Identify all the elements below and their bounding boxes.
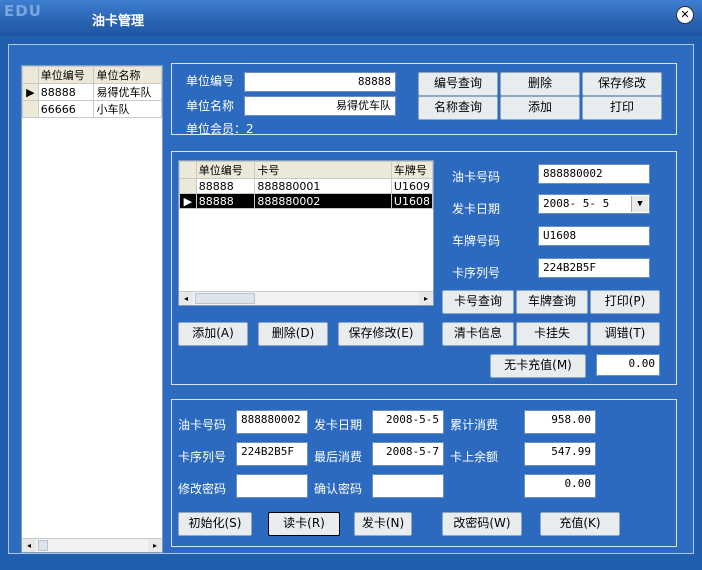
card-no-cell[interactable]: 888880001 <box>254 178 392 194</box>
cards-hscrollbar[interactable]: ◂ ▸ <box>179 291 433 305</box>
recharge-amount-field[interactable]: 0.00 <box>524 474 596 498</box>
serial-label: 卡序列号 <box>452 266 501 280</box>
row-indicator: ▶ <box>179 193 197 209</box>
scroll-left-icon[interactable]: ◂ <box>179 292 193 305</box>
cards-col-card[interactable]: 卡号 <box>254 161 392 179</box>
units-hscrollbar[interactable]: ◂ ▸ <box>22 538 162 552</box>
cards-panel: 单位编号 卡号 车牌号 88888 888880001 U1609 ▶ 8888… <box>171 151 677 385</box>
unit-code-label: 单位编号 <box>186 74 235 88</box>
issue-date-combo[interactable]: 2008- 5- 5 ▼ <box>538 194 650 214</box>
card-unit-cell[interactable]: 88888 <box>195 178 256 194</box>
reader-panel: 油卡号码 888880002 发卡日期 2008-5-5 累计消费 958.00… <box>171 399 677 547</box>
name-query-button[interactable]: 名称查询 <box>418 96 498 120</box>
read-card-button[interactable]: 读卡(R) <box>268 512 340 536</box>
cards-col-plate[interactable]: 车牌号 <box>390 161 433 179</box>
card-add-button[interactable]: 添加(A) <box>178 322 248 346</box>
plate-query-button[interactable]: 车牌查询 <box>516 290 588 314</box>
table-row[interactable]: 66666 小车队 <box>22 100 162 118</box>
reader-serial-field[interactable]: 224B2B5F <box>236 442 308 466</box>
confirm-password-label: 确认密码 <box>314 482 363 496</box>
change-password-field[interactable] <box>236 474 308 498</box>
row-indicator <box>22 100 39 118</box>
reader-card-no-label: 油卡号码 <box>178 418 227 432</box>
card-delete-button[interactable]: 删除(D) <box>258 322 328 346</box>
client-area: 单位编号 单位名称 ▶ 88888 易得优车队 66666 小车队 ◂ ▸ 单位… <box>8 44 694 554</box>
total-consumption-field[interactable]: 958.00 <box>524 410 596 434</box>
chevron-down-icon[interactable]: ▼ <box>631 196 648 212</box>
app-window: EDU 油卡管理 ✕ 单位编号 单位名称 ▶ 88888 易得优车队 66666 <box>0 0 702 570</box>
scroll-thumb[interactable] <box>38 540 48 551</box>
clear-card-button[interactable]: 清卡信息 <box>442 322 514 346</box>
reader-card-no-field[interactable]: 888880002 <box>236 410 308 434</box>
issue-date-value: 2008- 5- 5 <box>543 197 610 210</box>
card-plate-cell[interactable]: U1609 <box>390 178 433 194</box>
cards-grid[interactable]: 单位编号 卡号 车牌号 88888 888880001 U1609 ▶ 8888… <box>178 160 434 306</box>
code-query-button[interactable]: 编号查询 <box>418 72 498 96</box>
unit-panel: 单位编号 88888 单位名称 易得优车队 单位会员：2 编号查询 删除 保存修… <box>171 63 677 136</box>
report-lost-button[interactable]: 卡挂失 <box>516 322 588 346</box>
table-row[interactable]: 88888 888880001 U1609 <box>179 178 433 194</box>
unit-name-cell[interactable]: 易得优车队 <box>93 83 162 101</box>
unit-add-button[interactable]: 添加 <box>500 96 580 120</box>
scroll-left-icon[interactable]: ◂ <box>22 539 36 552</box>
cards-col-unit[interactable]: 单位编号 <box>195 161 256 179</box>
title-bar: EDU 油卡管理 ✕ <box>0 0 702 36</box>
issue-card-button[interactable]: 发卡(N) <box>354 512 412 536</box>
unit-save-button[interactable]: 保存修改 <box>582 72 662 96</box>
card-print-button[interactable]: 打印(P) <box>590 290 660 314</box>
card-unit-cell[interactable]: 88888 <box>195 193 256 209</box>
unit-code-cell[interactable]: 88888 <box>37 83 95 101</box>
scroll-right-icon[interactable]: ▸ <box>148 539 162 552</box>
change-password-label: 修改密码 <box>178 482 227 496</box>
units-col-code[interactable]: 单位编号 <box>37 66 95 84</box>
scroll-thumb[interactable] <box>195 293 255 304</box>
window-title: 油卡管理 <box>92 14 145 29</box>
card-query-button[interactable]: 卡号查询 <box>442 290 514 314</box>
unit-code-cell[interactable]: 66666 <box>37 100 95 118</box>
no-card-recharge-button[interactable]: 无卡充值(M) <box>490 354 586 378</box>
serial-field[interactable]: 224B2B5F <box>538 258 650 278</box>
close-icon[interactable]: ✕ <box>676 6 694 24</box>
scroll-right-icon[interactable]: ▸ <box>419 292 433 305</box>
plate-field[interactable]: U1608 <box>538 226 650 246</box>
unit-name-label: 单位名称 <box>186 99 235 113</box>
recharge-button[interactable]: 充值(K) <box>540 512 620 536</box>
unit-delete-button[interactable]: 删除 <box>500 72 580 96</box>
no-card-amount-field[interactable]: 0.00 <box>596 354 660 376</box>
unit-members-label: 单位会员：2 <box>186 122 254 136</box>
last-consumption-label: 最后消费 <box>314 450 363 464</box>
change-password-button[interactable]: 改密码(W) <box>442 512 522 536</box>
units-grid[interactable]: 单位编号 单位名称 ▶ 88888 易得优车队 66666 小车队 ◂ ▸ <box>21 65 163 553</box>
table-row[interactable]: ▶ 88888 易得优车队 <box>22 83 162 101</box>
card-no-label: 油卡号码 <box>452 170 501 184</box>
table-row-selected[interactable]: ▶ 88888 888880002 U1608 <box>179 193 433 209</box>
card-plate-cell[interactable]: U1608 <box>390 193 433 209</box>
last-consumption-field[interactable]: 2008-5-7 <box>372 442 444 466</box>
total-consumption-label: 累计消费 <box>450 418 499 432</box>
card-no-field[interactable]: 888880002 <box>538 164 650 184</box>
units-col-name[interactable]: 单位名称 <box>93 66 162 84</box>
unit-name-cell[interactable]: 小车队 <box>93 100 162 118</box>
init-button[interactable]: 初始化(S) <box>178 512 252 536</box>
confirm-password-field[interactable] <box>372 474 444 498</box>
reader-issue-date-label: 发卡日期 <box>314 418 363 432</box>
row-indicator <box>179 178 197 194</box>
balance-field[interactable]: 547.99 <box>524 442 596 466</box>
unit-code-field[interactable]: 88888 <box>244 72 396 92</box>
unit-print-button[interactable]: 打印 <box>582 96 662 120</box>
reader-serial-label: 卡序列号 <box>178 450 227 464</box>
card-no-cell[interactable]: 888880002 <box>254 193 392 209</box>
plate-label: 车牌号码 <box>452 234 501 248</box>
balance-label: 卡上余额 <box>450 450 499 464</box>
row-indicator: ▶ <box>22 83 39 101</box>
card-save-button[interactable]: 保存修改(E) <box>338 322 424 346</box>
brand-logo: EDU <box>4 2 42 20</box>
issue-date-label: 发卡日期 <box>452 202 501 216</box>
reader-issue-date-field[interactable]: 2008-5-5 <box>372 410 444 434</box>
adjust-error-button[interactable]: 调错(T) <box>590 322 660 346</box>
unit-name-field[interactable]: 易得优车队 <box>244 96 396 116</box>
